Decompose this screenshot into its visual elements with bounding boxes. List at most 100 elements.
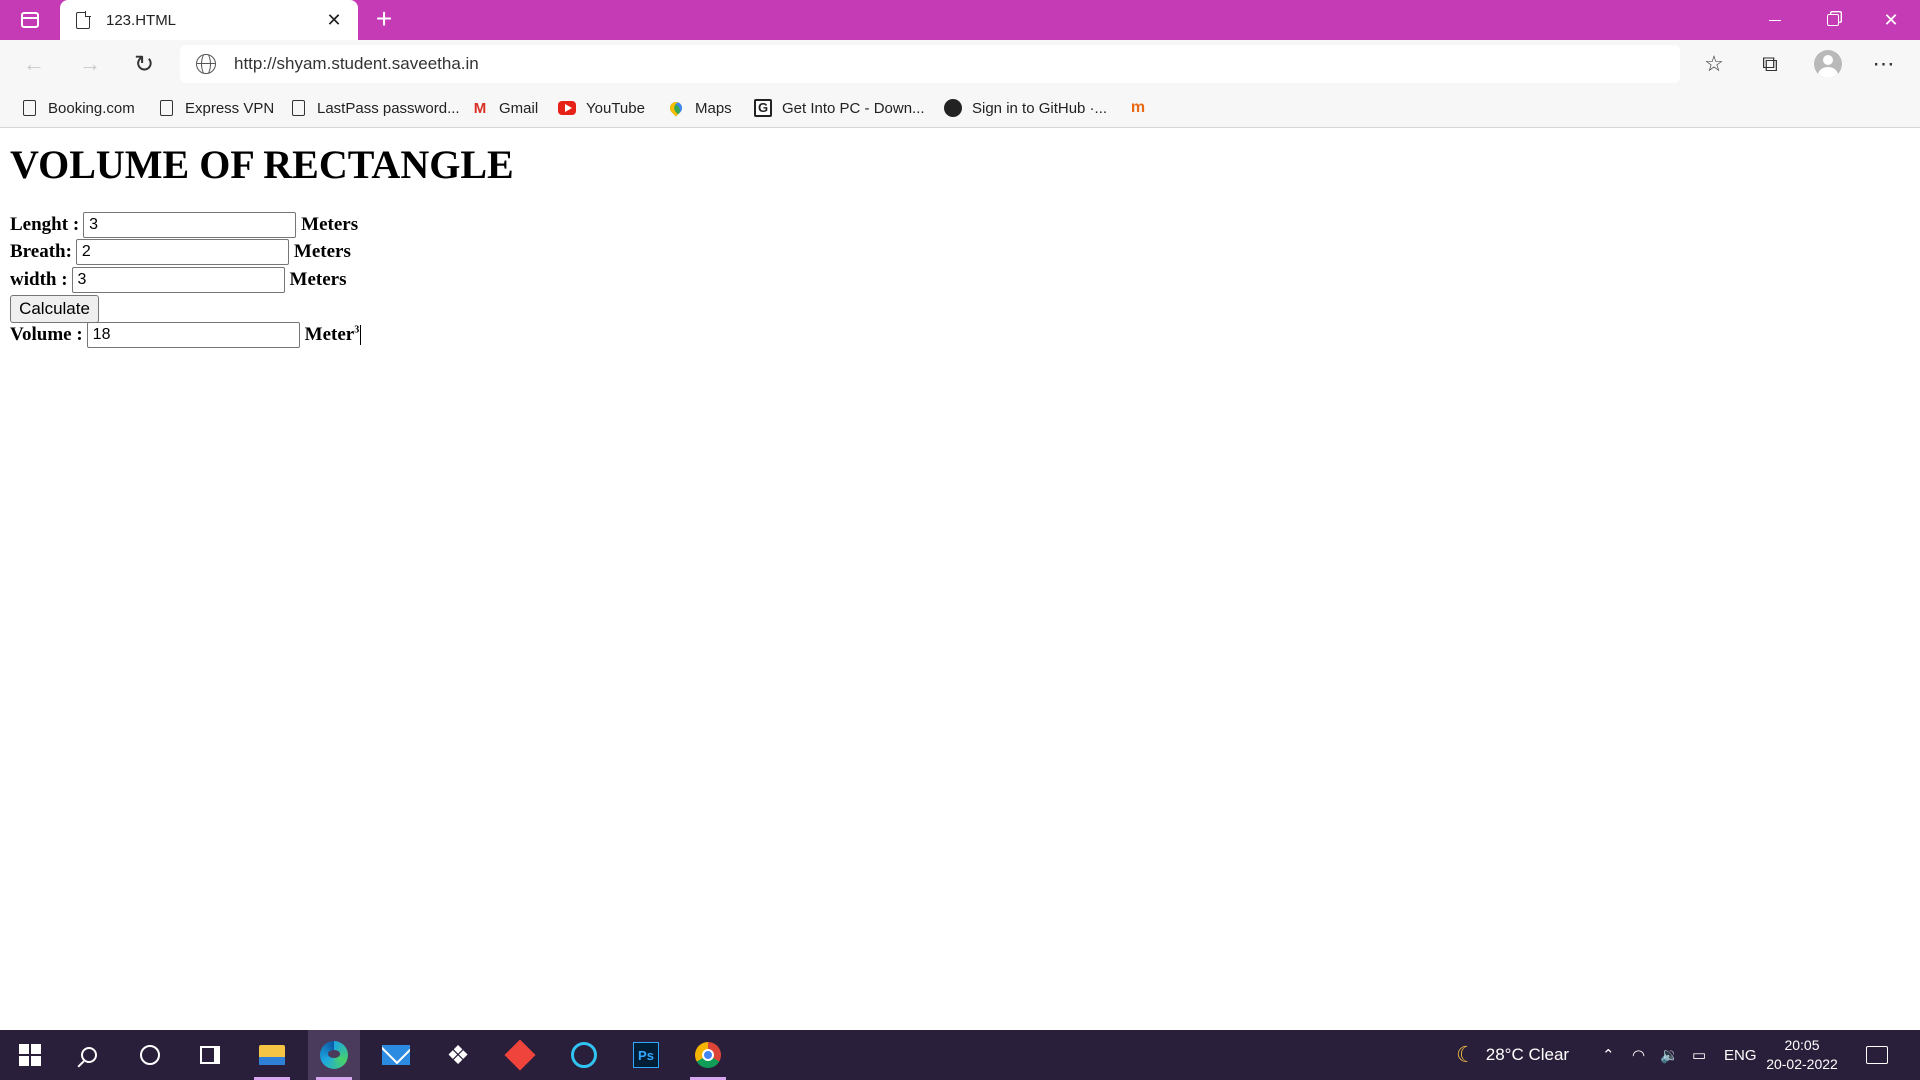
github-icon (944, 99, 962, 117)
width-label: width : (10, 269, 68, 290)
bookmark-booking[interactable]: Booking.com (20, 96, 135, 120)
width-row: width : Meters (10, 266, 347, 294)
bookmark-express-vpn[interactable]: Express VPN (157, 96, 274, 120)
weather-text: 28°C Clear (1485, 1045, 1570, 1064)
edge-icon (320, 1041, 348, 1069)
dropbox-button[interactable]: ❖ (432, 1030, 484, 1080)
bookmark-lastpass-logo[interactable]: m (1129, 96, 1157, 120)
minimize-button[interactable] (1746, 0, 1804, 40)
tab-actions-icon[interactable] (12, 6, 48, 34)
mail-button[interactable] (370, 1030, 422, 1080)
network-icon[interactable]: ◠ (1632, 1030, 1645, 1080)
breadth-input[interactable] (75, 239, 289, 265)
start-button[interactable] (4, 1030, 56, 1080)
bookmark-label: Gmail (499, 99, 539, 117)
address-bar[interactable]: http://shyam.student.saveetha.in (180, 45, 1680, 83)
bookmark-gmail[interactable]: M Gmail (471, 96, 538, 120)
length-unit: Meters (301, 214, 359, 235)
folder-icon (259, 1045, 285, 1065)
new-tab-button[interactable]: + (368, 4, 400, 36)
volume-unit-power: 3 (354, 324, 360, 336)
language-indicator[interactable]: ENG (1724, 1030, 1757, 1080)
collections-icon[interactable]: ⧉ (1750, 48, 1790, 80)
forward-button[interactable]: → (72, 48, 108, 80)
moon-icon: ☾ (1456, 1042, 1476, 1067)
notifications-button[interactable] (1866, 1030, 1888, 1080)
reload-button[interactable]: ↻ (126, 48, 162, 80)
volume-row: Volume : Meter3 (10, 321, 362, 349)
calculate-button[interactable]: Calculate (10, 295, 99, 323)
browser-toolbar: ← → ↻ http://shyam.student.saveetha.in ☆… (0, 40, 1920, 88)
width-unit: Meters (289, 269, 347, 290)
bookmark-lastpass[interactable]: LastPass password... (289, 96, 460, 120)
bookmark-label: Sign in to GitHub ·... (972, 99, 1108, 117)
clock[interactable]: 20:05 20-02-2022 (1762, 1036, 1842, 1074)
bookmark-maps[interactable]: Maps (667, 96, 732, 120)
bookmark-youtube[interactable]: YouTube (558, 96, 645, 120)
windows-taskbar: ❖ Ps ☾ 28°C Clear ⌃ ◠ 🔉 ▭ ENG 20:05 20-0… (0, 1030, 1920, 1080)
weather-widget[interactable]: ☾ 28°C Clear (1456, 1030, 1569, 1080)
volume-label: Volume : (10, 324, 83, 345)
back-button[interactable]: ← (16, 48, 52, 80)
chrome-button[interactable] (682, 1030, 734, 1080)
youtube-icon (558, 99, 576, 117)
getintopc-icon: G (754, 99, 772, 117)
bookmark-label: LastPass password... (317, 99, 460, 117)
bookmarks-bar: Booking.com Express VPN LastPass passwor… (0, 88, 1920, 128)
cortana-button[interactable] (124, 1030, 176, 1080)
length-label: Lenght : (10, 214, 80, 235)
photoshop-button[interactable]: Ps (620, 1030, 672, 1080)
restore-button[interactable] (1804, 0, 1862, 40)
lastpass-logo-icon: m (1130, 99, 1146, 116)
notification-icon (1866, 1046, 1888, 1064)
close-window-button[interactable]: ✕ (1862, 0, 1920, 40)
edge-button[interactable] (308, 1030, 360, 1080)
maps-icon (667, 99, 685, 117)
tab-title: 123.HTML (106, 11, 177, 29)
url-text[interactable]: http://shyam.student.saveetha.in (234, 54, 479, 74)
browser-tab[interactable]: 123.HTML ✕ (60, 0, 358, 40)
anydesk-button[interactable] (494, 1030, 546, 1080)
breadth-label: Breath: (10, 241, 72, 262)
window-controls: ✕ (1746, 0, 1920, 40)
breadth-row: Breath: Meters (10, 238, 351, 266)
volume-icon[interactable]: 🔉 (1660, 1030, 1679, 1080)
search-icon (81, 1047, 97, 1063)
clock-time: 20:05 (1784, 1037, 1820, 1053)
clock-date: 20-02-2022 (1766, 1056, 1838, 1072)
alexa-button[interactable] (558, 1030, 610, 1080)
bookmark-label: Booking.com (48, 99, 135, 117)
battery-icon[interactable]: ▭ (1692, 1030, 1706, 1080)
page-title: VOLUME OF RECTANGLE (10, 142, 514, 187)
file-explorer-button[interactable] (246, 1030, 298, 1080)
windows-logo-icon (19, 1044, 41, 1066)
bookmark-getintopc[interactable]: G Get Into PC - Down... (754, 96, 925, 120)
bookmark-github[interactable]: Sign in to GitHub ·... (944, 96, 1107, 120)
bookmark-label: YouTube (586, 99, 645, 117)
search-button[interactable] (63, 1030, 115, 1080)
cortana-icon (140, 1045, 160, 1065)
dropbox-icon: ❖ (446, 1039, 470, 1070)
gmail-icon: M (473, 99, 487, 117)
browser-titlebar: 123.HTML ✕ + ✕ (0, 0, 1920, 40)
task-view-button[interactable] (184, 1030, 236, 1080)
bookmark-label: Get Into PC - Down... (782, 99, 925, 117)
close-tab-icon[interactable]: ✕ (324, 10, 344, 30)
alexa-icon (571, 1042, 597, 1068)
breadth-unit: Meters (293, 241, 351, 262)
show-hidden-icons[interactable]: ⌃ (1602, 1030, 1615, 1080)
page-icon (20, 99, 38, 117)
page-icon (157, 99, 175, 117)
profile-avatar[interactable] (1808, 48, 1848, 80)
mail-icon (382, 1045, 410, 1065)
page-icon (76, 10, 91, 29)
favorites-icon[interactable]: ☆ (1694, 48, 1734, 80)
page-content: VOLUME OF RECTANGLE Lenght : Meters Brea… (0, 129, 1920, 1030)
chrome-icon (695, 1042, 721, 1068)
volume-output[interactable] (86, 322, 300, 348)
globe-icon (196, 54, 216, 74)
length-input[interactable] (83, 212, 297, 238)
width-input[interactable] (71, 267, 285, 293)
page-icon (289, 99, 307, 117)
more-options-icon[interactable]: ⋯ (1864, 48, 1904, 80)
